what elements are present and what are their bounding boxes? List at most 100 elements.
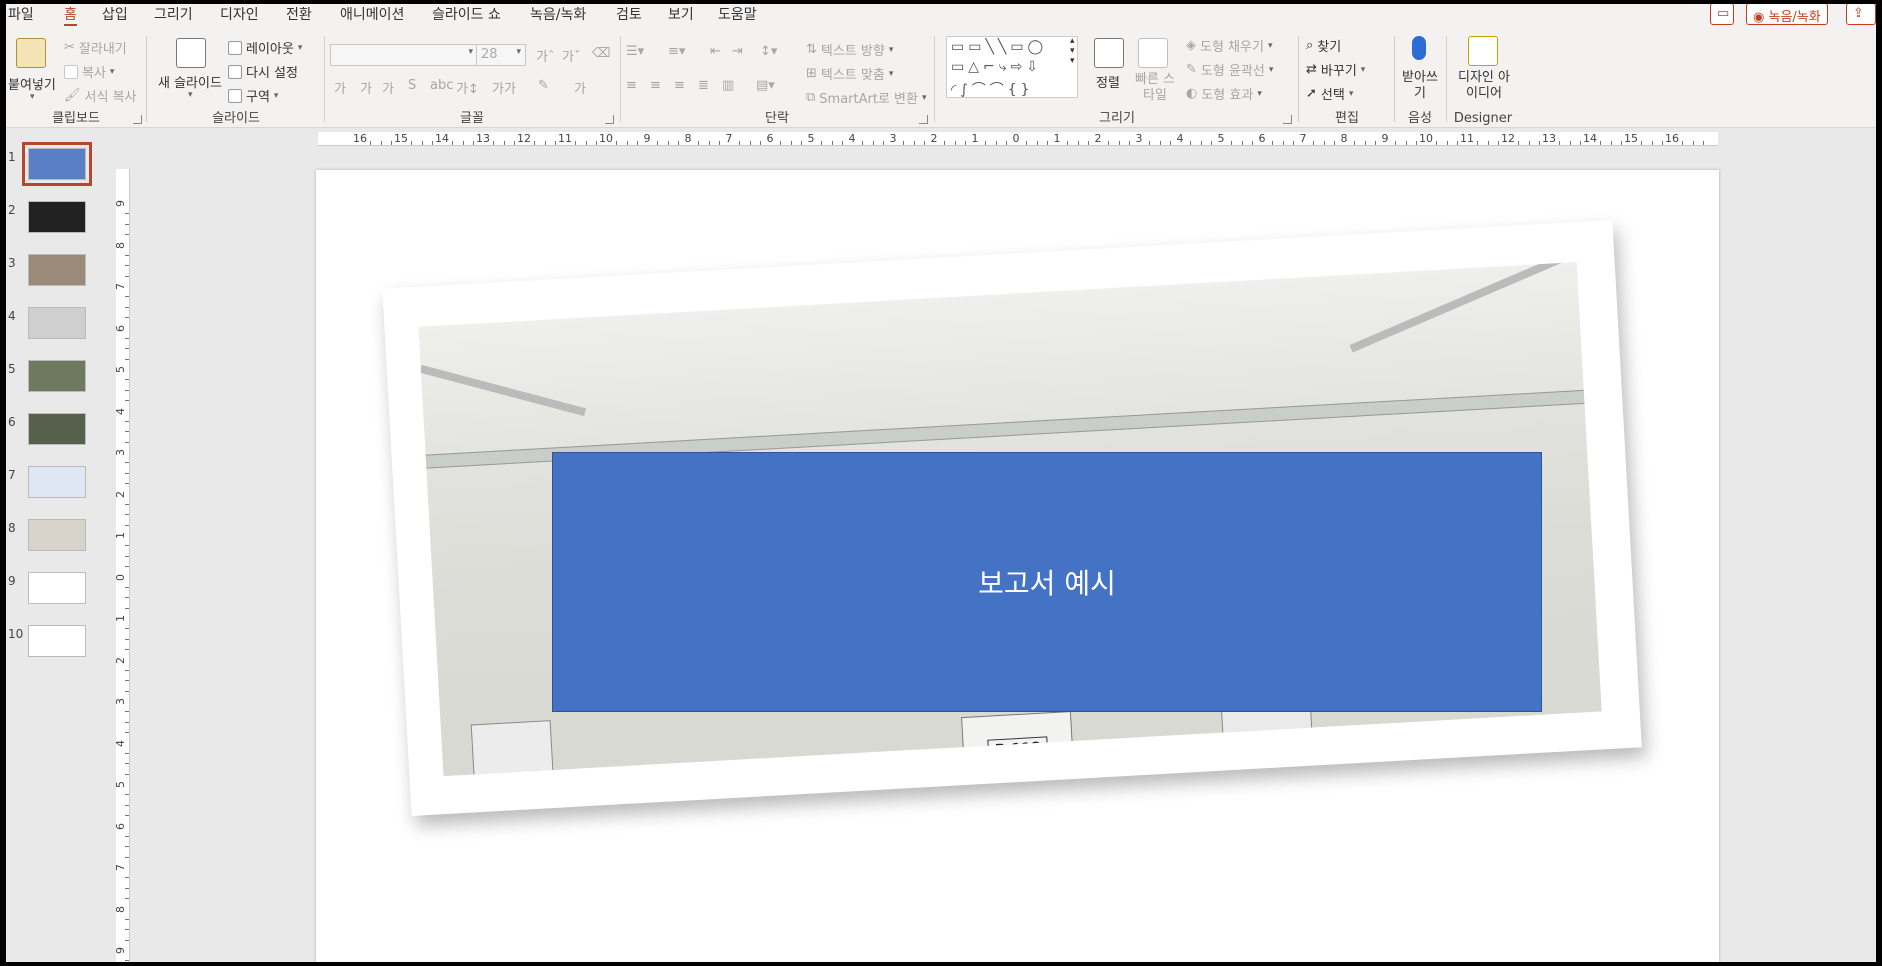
- increase-indent-icon[interactable]: ⇥: [732, 44, 743, 59]
- comments-button[interactable]: ▭: [1710, 4, 1734, 25]
- gallery-scroll-icon[interactable]: ▴ ▾ ▾: [1070, 36, 1075, 66]
- italic-button[interactable]: 가: [360, 78, 372, 97]
- bullets-icon[interactable]: ☰▾: [626, 44, 644, 59]
- char-spacing-button[interactable]: abc: [430, 78, 453, 93]
- shape-outline-button[interactable]: ✎ 도형 윤곽선 ▾: [1186, 60, 1273, 79]
- replace-button[interactable]: ⇄ 바꾸기 ▾: [1306, 60, 1365, 79]
- ruler-tick: [125, 856, 129, 858]
- tab-review[interactable]: 검토: [616, 4, 642, 24]
- quick-styles-icon[interactable]: [1138, 38, 1168, 68]
- ruler-tick: [125, 472, 129, 474]
- font-launcher-icon[interactable]: [605, 115, 614, 124]
- shapes-gallery[interactable]: ▭▭╲╲▭◯ ▭△⌐⤷⇨⇩ ◜∫⌒⌒{}: [946, 36, 1078, 98]
- ruler-tick: [125, 431, 129, 433]
- paste-icon[interactable]: [16, 38, 46, 68]
- shrink-font-button[interactable]: 가ˇ: [562, 46, 580, 65]
- dictate-button[interactable]: 받아쓰기: [1402, 70, 1438, 102]
- shape-effects-button[interactable]: ◐ 도형 효과 ▾: [1186, 84, 1262, 103]
- tab-slideshow[interactable]: 슬라이드 쇼: [432, 4, 501, 24]
- thumbnail-number: 6: [8, 415, 16, 429]
- ruler-tick: [411, 141, 413, 145]
- tab-file[interactable]: 파일: [8, 4, 34, 24]
- slide-thumbnail[interactable]: [28, 201, 86, 233]
- microphone-icon[interactable]: [1412, 36, 1426, 60]
- paste-button[interactable]: 붙여넣기: [8, 74, 56, 93]
- tab-view[interactable]: 보기: [668, 4, 694, 24]
- slide-title[interactable]: 보고서 예시: [978, 562, 1116, 602]
- tab-home[interactable]: 홈: [64, 4, 77, 26]
- font-name-combo[interactable]: ▾: [330, 44, 478, 66]
- decrease-indent-icon[interactable]: ⇤: [710, 44, 721, 59]
- ruler-tick: [125, 669, 129, 671]
- font-color-icon[interactable]: 가: [574, 78, 586, 97]
- copy-button[interactable]: 복사 ▾: [64, 62, 114, 81]
- slide-thumbnail[interactable]: [28, 360, 86, 392]
- title-box[interactable]: 보고서 예시: [552, 452, 1542, 712]
- share-button[interactable]: ⇪공유: [1846, 4, 1876, 25]
- shape-fill-button[interactable]: ◈ 도형 채우기 ▾: [1186, 36, 1272, 55]
- clipboard-launcher-icon[interactable]: [133, 115, 142, 124]
- paste-dropdown-icon[interactable]: ▾: [30, 92, 35, 102]
- ruler-tick: [125, 690, 129, 692]
- tab-insert[interactable]: 삽입: [102, 4, 128, 24]
- slide-canvas[interactable]: B-118 보고서 예시: [316, 170, 1719, 962]
- ruler-tick: [125, 752, 129, 754]
- new-slide-dropdown-icon[interactable]: ▾: [188, 90, 193, 100]
- align-left-icon[interactable]: ≡: [626, 78, 637, 93]
- record-button[interactable]: ◉ 녹음/녹화: [1746, 4, 1828, 25]
- slide-thumbnail[interactable]: [28, 572, 86, 604]
- columns-icon[interactable]: ▤▾: [756, 78, 775, 93]
- underline-button[interactable]: 가: [382, 78, 394, 97]
- align-center-icon[interactable]: ≡: [650, 78, 661, 93]
- strikethrough-button[interactable]: S: [408, 78, 416, 93]
- drawing-launcher-icon[interactable]: [1283, 115, 1292, 124]
- select-button[interactable]: ➚ 선택 ▾: [1306, 84, 1353, 103]
- paragraph-launcher-icon[interactable]: [919, 115, 928, 124]
- slide-thumbnail[interactable]: [28, 466, 86, 498]
- line-spacing-icon[interactable]: ↕▾: [760, 44, 777, 59]
- slide-thumbnail[interactable]: [22, 142, 92, 186]
- align-text-button[interactable]: ⊞ 텍스트 맞춤 ▾: [806, 64, 893, 83]
- char-size-button[interactable]: 가가: [492, 78, 516, 97]
- slide-thumbnail[interactable]: [28, 519, 86, 551]
- clear-format-icon[interactable]: ⌫: [592, 46, 610, 61]
- tab-recording[interactable]: 녹음/녹화: [530, 4, 586, 24]
- tab-help[interactable]: 도움말: [718, 4, 757, 24]
- quick-styles-button[interactable]: 빠른 스타일: [1132, 72, 1178, 104]
- grow-font-button[interactable]: 가ˆ: [536, 46, 554, 65]
- reset-button[interactable]: 다시 설정: [228, 62, 298, 81]
- justify-icon[interactable]: ≣: [698, 78, 709, 93]
- arrange-button[interactable]: 정렬: [1096, 72, 1120, 91]
- arrange-icon[interactable]: [1094, 38, 1124, 68]
- align-right-icon[interactable]: ≡: [674, 78, 685, 93]
- tab-animations[interactable]: 애니메이션: [340, 4, 404, 24]
- distributed-icon[interactable]: ▥: [722, 78, 734, 93]
- new-slide-icon[interactable]: [176, 38, 206, 68]
- lightning-icon[interactable]: [1468, 36, 1498, 66]
- new-slide-button[interactable]: 새 슬라이드: [158, 72, 222, 91]
- slide-thumbnail[interactable]: [28, 625, 86, 657]
- ruler-tick: [125, 296, 129, 298]
- layout-button[interactable]: 레이아웃 ▾: [228, 38, 302, 57]
- ruler-tick: [1456, 141, 1458, 145]
- find-button[interactable]: ⌕ 찾기: [1306, 36, 1341, 55]
- cut-button[interactable]: ✂ 잘라내기: [64, 38, 127, 57]
- section-button[interactable]: 구역 ▾: [228, 86, 278, 105]
- slide-thumbnail[interactable]: [28, 413, 86, 445]
- tab-draw[interactable]: 그리기: [154, 4, 193, 24]
- text-direction-button[interactable]: ⇅ 텍스트 방향 ▾: [806, 40, 893, 59]
- ruler-tick: [1046, 141, 1048, 145]
- slide-thumbnail[interactable]: [28, 254, 86, 286]
- ruler-tick: [759, 141, 761, 145]
- tab-transitions[interactable]: 전환: [286, 4, 312, 24]
- bold-button[interactable]: 가: [334, 78, 346, 97]
- format-painter-button[interactable]: 🖌 서식 복사: [64, 86, 137, 105]
- highlight-icon[interactable]: ✎: [538, 78, 549, 93]
- smartart-button[interactable]: ⧉ SmartArt로 변환 ▾: [806, 88, 927, 107]
- tab-design[interactable]: 디자인: [220, 4, 259, 24]
- numbering-icon[interactable]: ≡▾: [668, 44, 685, 59]
- design-ideas-button[interactable]: 디자인 아이디어: [1454, 70, 1514, 102]
- slide-thumbnail[interactable]: [28, 307, 86, 339]
- font-size-combo[interactable]: 28 ▾: [476, 44, 526, 66]
- change-case-button[interactable]: 가↕: [456, 78, 479, 97]
